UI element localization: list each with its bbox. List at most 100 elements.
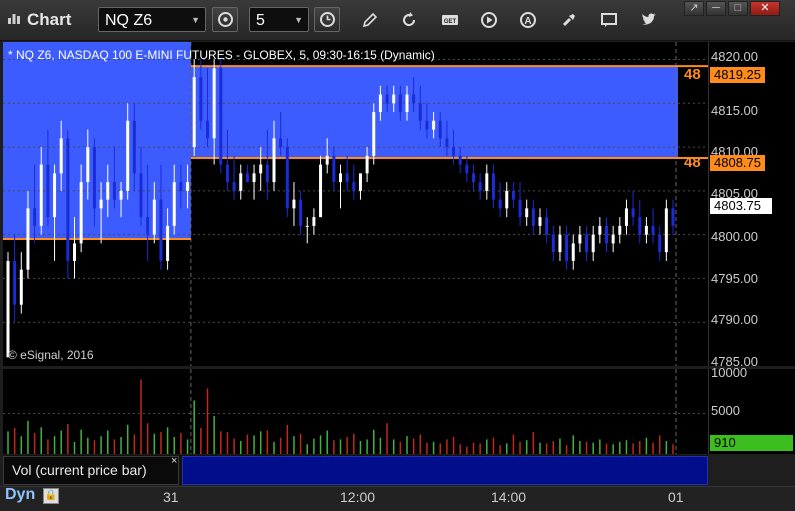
candle-body <box>152 199 156 235</box>
candle-body <box>59 138 63 174</box>
time-tick: 01 <box>668 489 684 505</box>
study-label[interactable]: Vol (current price bar) <box>3 456 179 485</box>
volume-tick: 10000 <box>711 365 748 380</box>
settings-icon <box>218 12 233 27</box>
candle-body <box>658 234 662 253</box>
svg-text:A: A <box>524 16 531 27</box>
candle-body <box>272 138 276 183</box>
alert-icon[interactable]: A <box>518 10 538 30</box>
candle-body <box>631 208 635 218</box>
candle-body <box>112 182 116 200</box>
price-tick: 4790.00 <box>711 312 758 327</box>
candle-body <box>319 164 323 218</box>
candle-body <box>651 225 655 235</box>
candle-body <box>358 173 362 191</box>
candle-body <box>172 182 176 226</box>
time-tick: 14:00 <box>491 489 527 505</box>
candle-body <box>6 260 10 358</box>
lock-icon[interactable]: 🔒 <box>43 488 59 504</box>
candle-body <box>472 173 475 183</box>
chevron-down-icon[interactable]: ▼ <box>191 8 200 33</box>
symbol-selector[interactable]: NQ Z6 ▼ <box>98 7 206 32</box>
interval-selector[interactable]: 5 ▼ <box>249 7 309 32</box>
candle-body <box>378 94 382 113</box>
candle-body <box>73 243 76 261</box>
minimize-button[interactable]: ─ <box>706 1 726 16</box>
candle-body <box>598 225 602 235</box>
candle-body <box>571 243 575 261</box>
candle-body <box>624 208 628 226</box>
candle-body <box>565 234 569 261</box>
price-tick: 4815.00 <box>711 103 758 118</box>
candle-body <box>252 173 256 183</box>
price-tick: 4820.00 <box>711 49 758 64</box>
candle-body <box>511 190 515 200</box>
interval-value: 5 <box>256 12 265 29</box>
candle-body <box>33 208 37 226</box>
candle-body <box>558 234 562 253</box>
refresh-icon[interactable] <box>399 10 419 30</box>
candle-body <box>412 94 416 104</box>
candle-body <box>46 164 50 218</box>
candle-body <box>86 147 90 183</box>
clock-icon <box>320 12 335 27</box>
candle-body <box>259 164 263 174</box>
candle-body <box>339 173 342 183</box>
candle-body <box>279 138 283 148</box>
candle-body <box>525 208 529 218</box>
time-tick: 12:00 <box>340 489 376 505</box>
candle-body <box>644 225 648 235</box>
candle-body <box>531 208 535 226</box>
candle-body <box>212 68 216 139</box>
level-zone <box>3 42 191 240</box>
candle-body <box>265 164 269 183</box>
comment-icon[interactable] <box>599 10 619 30</box>
chevron-down-icon[interactable]: ▼ <box>294 8 303 33</box>
candle-body <box>325 155 329 165</box>
candle-body <box>53 173 57 218</box>
price-chart[interactable] <box>3 42 708 366</box>
chart-legend: * NQ Z6, NASDAQ 100 E-MINI FUTURES - GLO… <box>8 48 435 62</box>
maximize-button[interactable]: □ <box>728 1 748 16</box>
candle-body <box>458 155 462 165</box>
candle-body <box>452 147 456 156</box>
candle-body <box>92 147 96 209</box>
candle-body <box>19 269 23 305</box>
candle-body <box>166 225 170 261</box>
tools-icon[interactable] <box>559 10 579 30</box>
dynamic-mode-label[interactable]: Dyn <box>5 486 35 504</box>
candle-body <box>159 199 163 261</box>
study-panel[interactable] <box>182 456 708 485</box>
candle-body <box>405 94 409 113</box>
popout-button[interactable]: ↗ <box>684 1 704 16</box>
candle-body <box>126 120 130 191</box>
candle-body <box>478 182 482 191</box>
candle-body <box>505 190 509 209</box>
close-button[interactable]: ✕ <box>750 1 780 16</box>
get-icon[interactable]: GET <box>440 10 460 30</box>
candle-body <box>611 234 615 244</box>
lower-level-tag: 4808.75 <box>710 155 765 171</box>
candle-body <box>465 164 469 174</box>
time-tick: 31 <box>163 489 179 505</box>
svg-text:GET: GET <box>444 19 457 25</box>
candle-body <box>418 103 422 121</box>
play-icon[interactable] <box>479 10 499 30</box>
volume-tag: 910 <box>710 435 793 451</box>
candle-body <box>345 173 349 183</box>
candle-body <box>179 182 183 191</box>
interval-settings-button[interactable] <box>314 7 340 32</box>
twitter-icon[interactable] <box>639 10 659 30</box>
lower-level-number: 48 <box>684 154 701 171</box>
pencil-icon[interactable] <box>360 10 380 30</box>
candle-body <box>79 182 83 244</box>
volume-chart[interactable] <box>3 369 708 454</box>
symbol-settings-button[interactable] <box>212 7 238 32</box>
candle-body <box>352 182 356 191</box>
candle-body <box>305 225 309 227</box>
study-close-icon[interactable]: × <box>171 455 177 467</box>
candle-body <box>239 173 243 191</box>
candle-body <box>591 234 595 253</box>
candle-body <box>372 112 376 156</box>
candle-body <box>232 182 236 191</box>
